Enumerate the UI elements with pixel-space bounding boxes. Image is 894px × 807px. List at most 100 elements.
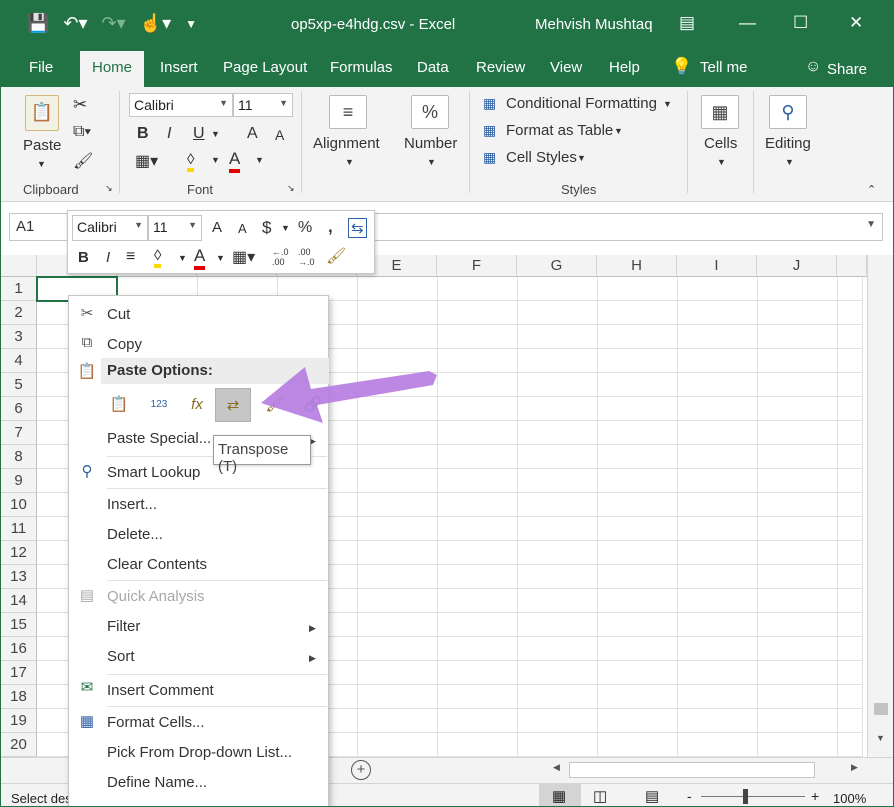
editing-button[interactable]: Editing: [765, 135, 811, 152]
copy-icon[interactable]: ⧉▾: [73, 123, 91, 141]
horizontal-scroll-thumb[interactable]: [569, 762, 815, 778]
borders-icon[interactable]: ▦▾: [135, 151, 158, 171]
underline-dropdown-icon[interactable]: ▼: [211, 129, 220, 139]
paste-button[interactable]: Paste: [23, 137, 61, 154]
mini-grow-font-button[interactable]: A: [212, 219, 222, 236]
font-size-dropdown[interactable]: 11 ▼: [233, 93, 293, 117]
menu-item-delete[interactable]: Delete...: [107, 526, 163, 543]
tab-formulas[interactable]: Formulas: [330, 59, 393, 76]
fill-dropdown-icon[interactable]: ▼: [211, 155, 220, 165]
row-header[interactable]: 6: [1, 397, 37, 421]
clipboard-launcher-icon[interactable]: ↘: [105, 183, 113, 194]
cells-grid-icon[interactable]: ▦: [701, 95, 739, 129]
menu-item-paste-special[interactable]: Paste Special...: [107, 430, 211, 447]
mini-percent-button[interactable]: %: [298, 219, 312, 237]
paste-option-formulas-icon[interactable]: fx: [179, 388, 215, 422]
conditional-formatting-button[interactable]: Conditional Formatting: [506, 95, 657, 112]
tab-file[interactable]: File: [29, 59, 53, 76]
zoom-in-button[interactable]: +: [811, 788, 819, 804]
paste-clipboard-icon[interactable]: 📋: [25, 95, 59, 131]
mini-shrink-font-button[interactable]: A: [238, 221, 247, 236]
menu-item-copy[interactable]: Copy: [107, 336, 142, 353]
row-header[interactable]: 8: [1, 445, 37, 469]
zoom-level[interactable]: 100%: [833, 791, 866, 806]
paste-option-transpose-icon[interactable]: ⇄: [215, 388, 251, 422]
share-button[interactable]: Share: [827, 61, 867, 78]
alignment-dropdown-icon[interactable]: ▼: [345, 157, 354, 167]
scroll-left-arrow-icon[interactable]: ◀: [553, 762, 560, 773]
font-color-dropdown-icon[interactable]: ▼: [255, 155, 264, 165]
menu-item-cut[interactable]: Cut: [107, 306, 130, 323]
search-icon[interactable]: ⚲: [769, 95, 807, 129]
redo-icon[interactable]: ↷▾: [102, 13, 126, 34]
row-header[interactable]: 20: [1, 733, 37, 757]
format-as-table-button[interactable]: Format as Table: [506, 122, 613, 139]
row-header[interactable]: 5: [1, 373, 37, 397]
cell-styles-button[interactable]: Cell Styles: [506, 149, 577, 166]
mini-comma-button[interactable]: ,: [328, 217, 333, 237]
tab-view[interactable]: View: [550, 59, 582, 76]
user-name[interactable]: Mehvish Mushtaq: [535, 16, 653, 33]
row-header[interactable]: 1: [1, 277, 37, 301]
collapse-ribbon-icon[interactable]: ⌃: [867, 183, 876, 196]
fill-color-icon[interactable]: ◊: [187, 151, 195, 172]
mini-center-align-icon[interactable]: ≡: [126, 248, 135, 266]
menu-item-sort[interactable]: Sort: [107, 648, 135, 665]
zoom-slider[interactable]: [701, 796, 805, 797]
row-header[interactable]: 3: [1, 325, 37, 349]
menu-item-insert-comment[interactable]: Insert Comment: [107, 682, 214, 699]
menu-item-clear-contents[interactable]: Clear Contents: [107, 556, 207, 573]
zoom-slider-thumb[interactable]: [743, 789, 748, 804]
page-layout-view-icon[interactable]: ◫: [593, 787, 607, 805]
row-header[interactable]: 11: [1, 517, 37, 541]
currency-dropdown-icon[interactable]: ▼: [281, 223, 290, 233]
font-color-icon[interactable]: A: [229, 149, 241, 173]
close-icon[interactable]: ✕: [849, 13, 863, 33]
cells-dropdown-icon[interactable]: ▼: [717, 157, 726, 167]
scroll-down-arrow-icon[interactable]: ▼: [876, 733, 885, 743]
menu-item-define-name[interactable]: Define Name...: [107, 774, 207, 791]
row-header[interactable]: 13: [1, 565, 37, 589]
mini-font-name-dropdown[interactable]: Calibri ▼: [72, 215, 148, 241]
zoom-out-button[interactable]: -: [687, 788, 692, 804]
ribbon-display-options-icon[interactable]: ▤: [679, 13, 695, 33]
vertical-scrollbar[interactable]: ▼: [867, 255, 893, 757]
shrink-font-button[interactable]: A: [275, 127, 284, 143]
mini-currency-button[interactable]: $: [262, 218, 271, 238]
row-header[interactable]: 15: [1, 613, 37, 637]
mini-bold-button[interactable]: B: [78, 249, 89, 266]
formula-input[interactable]: ▼: [373, 213, 883, 241]
touch-mode-icon[interactable]: ☝▾: [140, 13, 171, 34]
menu-item-pick-from-dropdown[interactable]: Pick From Drop-down List...: [107, 744, 292, 761]
menu-item-filter[interactable]: Filter: [107, 618, 140, 635]
row-header[interactable]: 19: [1, 709, 37, 733]
format-table-dropdown-icon[interactable]: ▼: [614, 126, 623, 136]
column-header-k[interactable]: [837, 255, 867, 277]
page-break-view-icon[interactable]: ▤: [645, 787, 659, 805]
maximize-icon[interactable]: ☐: [793, 13, 808, 33]
font-launcher-icon[interactable]: ↘: [287, 183, 295, 194]
name-box[interactable]: A1: [9, 213, 71, 241]
row-header[interactable]: 7: [1, 421, 37, 445]
menu-item-smart-lookup[interactable]: Smart Lookup: [107, 464, 200, 481]
paste-dropdown-icon[interactable]: ▼: [37, 159, 46, 169]
row-header[interactable]: 10: [1, 493, 37, 517]
tab-help[interactable]: Help: [609, 59, 640, 76]
column-header-i[interactable]: I: [677, 255, 757, 277]
menu-item-format-cells[interactable]: Format Cells...: [107, 714, 205, 731]
wrap-text-icon[interactable]: ⇆: [348, 218, 367, 238]
number-percent-icon[interactable]: %: [411, 95, 449, 129]
font-name-dropdown[interactable]: Calibri ▼: [129, 93, 233, 117]
row-header[interactable]: 12: [1, 541, 37, 565]
underline-button[interactable]: U: [193, 125, 205, 143]
column-header-g[interactable]: G: [517, 255, 597, 277]
tab-insert[interactable]: Insert: [160, 59, 198, 76]
mini-font-color-icon[interactable]: A: [194, 246, 206, 270]
column-header-h[interactable]: H: [597, 255, 677, 277]
tab-data[interactable]: Data: [417, 59, 449, 76]
scroll-thumb[interactable]: [874, 703, 888, 715]
add-sheet-icon[interactable]: +: [351, 760, 371, 780]
alignment-button[interactable]: Alignment: [313, 135, 380, 152]
increase-decimal-button[interactable]: ←.0 .00: [272, 247, 289, 267]
select-all-corner[interactable]: [1, 255, 37, 277]
